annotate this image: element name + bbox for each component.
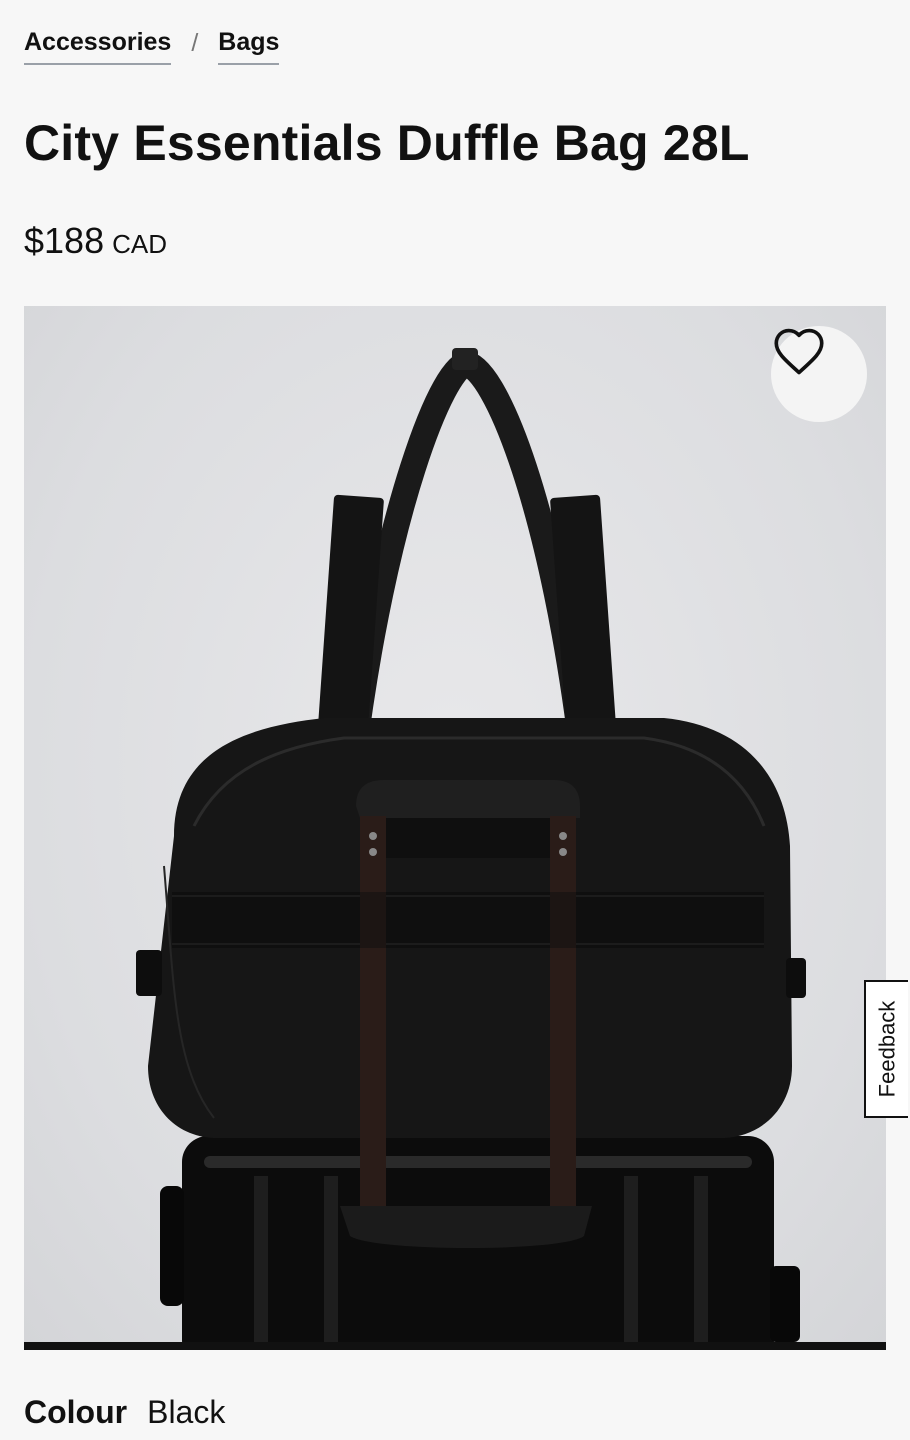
colour-selector: Colour Black [24,1394,225,1431]
wishlist-button[interactable] [771,326,867,422]
feedback-button[interactable]: Feedback [864,980,908,1118]
price-amount: $188 [24,220,105,261]
gallery-progress-fill [24,1342,886,1350]
colour-label: Colour [24,1394,128,1430]
product-title: City Essentials Duffle Bag 28L [24,115,750,171]
breadcrumb-bags-link[interactable]: Bags [218,28,280,65]
gallery-progress-bar [24,1342,886,1350]
price-currency: CAD [112,229,167,259]
heart-icon [774,328,824,375]
product-image-gallery[interactable] [24,306,886,1342]
breadcrumb: Accessories / Bags [24,28,280,65]
breadcrumb-separator: / [191,29,199,57]
colour-value: Black [147,1394,226,1430]
product-price: $188 CAD [24,220,167,262]
product-image [136,348,806,1342]
feedback-label: Feedback [874,1000,899,1098]
breadcrumb-accessories-link[interactable]: Accessories [24,28,172,65]
